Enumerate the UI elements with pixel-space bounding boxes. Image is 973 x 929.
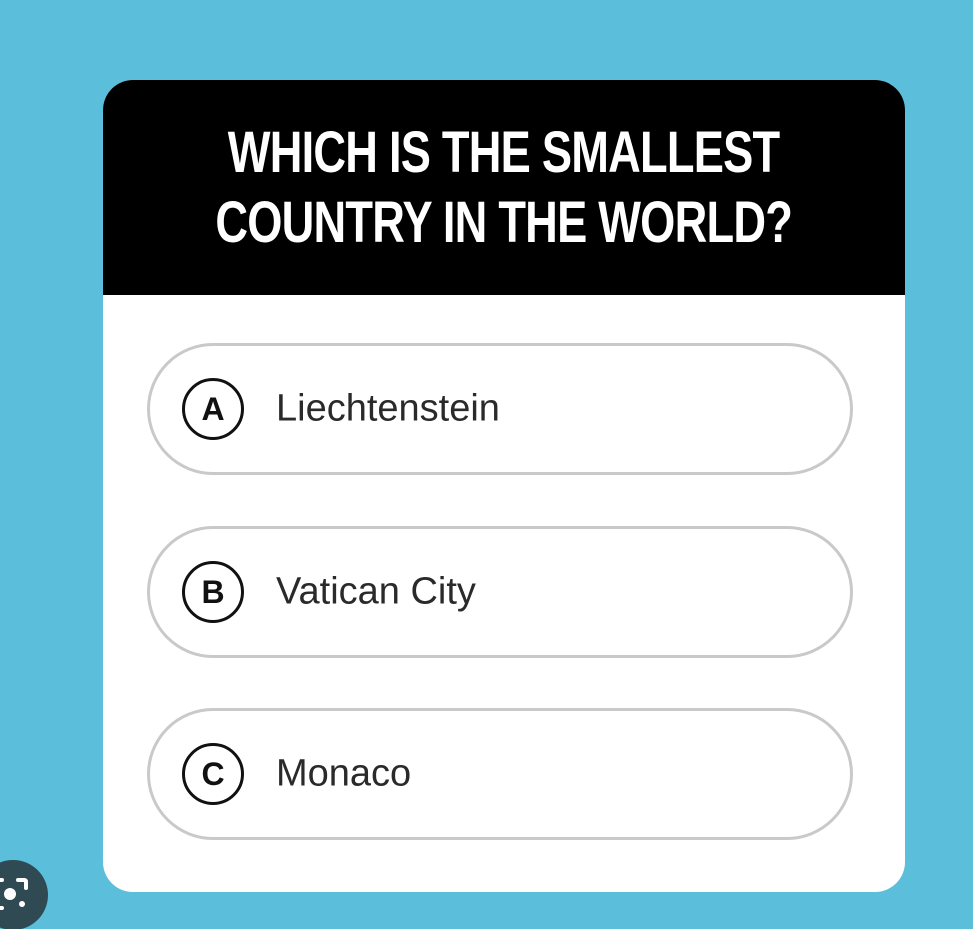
question-line-1: WHICH IS THE SMALLEST [228, 119, 780, 185]
image-search-button[interactable] [0, 860, 48, 929]
option-letter-badge: B [182, 561, 244, 623]
option-letter-badge: C [182, 743, 244, 805]
quiz-card: WHICH IS THE SMALLEST COUNTRY IN THE WOR… [103, 80, 905, 892]
question-header: WHICH IS THE SMALLEST COUNTRY IN THE WOR… [103, 80, 905, 295]
question-line-2: COUNTRY IN THE WORLD? [215, 189, 794, 255]
option-label: Vatican City [276, 570, 476, 613]
option-label: Liechtenstein [276, 387, 500, 430]
option-a[interactable]: A Liechtenstein [147, 343, 853, 475]
image-search-lens-icon [0, 878, 28, 910]
option-label: Monaco [276, 752, 412, 795]
option-letter-badge: A [182, 378, 244, 440]
option-b[interactable]: B Vatican City [147, 526, 853, 658]
option-c[interactable]: C Monaco [147, 708, 853, 840]
